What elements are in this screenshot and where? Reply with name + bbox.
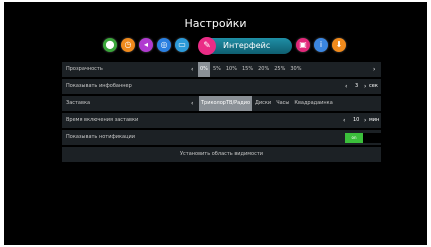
screensaver-left-arrow-icon[interactable]: ‹: [191, 96, 193, 111]
tv-screen: Настройки ⬤ ◷ ◂ ◎ ▭ ✎ Интерфейс ▣ i ⬇ Пр…: [4, 2, 427, 245]
transparency-option[interactable]: 10%: [224, 62, 239, 77]
clock-icon-glyph: ◷: [124, 40, 132, 49]
screensaver-delay-left-arrow-icon[interactable]: ‹: [343, 113, 345, 128]
notifications-toggle-state: on: [345, 133, 363, 143]
globe-icon[interactable]: ◎: [157, 38, 171, 52]
screen-icon-glyph: ▭: [178, 40, 186, 49]
infobanner-unit: сек: [369, 83, 378, 89]
screensaver-option[interactable]: Диски: [253, 96, 273, 111]
transparency-right-arrow-icon[interactable]: ›: [373, 62, 375, 77]
setting-visibility-area[interactable]: Установить область видимости: [62, 147, 381, 162]
transparency-options: 0% 5% 10% 15% 20% 25% 30%: [198, 62, 305, 77]
notifications-label: Показывать нотификации: [66, 134, 135, 140]
notifications-toggle[interactable]: on: [345, 133, 381, 143]
settings-panel: Прозрачность ‹ 0% 5% 10% 15% 20% 25% 30% › Пок…: [62, 62, 381, 164]
download-icon-glyph: ⬇: [335, 40, 343, 49]
transparency-option[interactable]: 15%: [240, 62, 255, 77]
transparency-option[interactable]: 0%: [198, 62, 210, 77]
screensaver-option[interactable]: Квадрадаинка: [292, 96, 334, 111]
setting-notifications[interactable]: Показывать нотификации on: [62, 130, 381, 145]
category-bar: ⬤ ◷ ◂ ◎ ▭ ✎ Интерфейс ▣ i ⬇: [4, 37, 427, 55]
screen-icon[interactable]: ▭: [175, 38, 189, 52]
setting-infobanner[interactable]: Показывать инфобаннер ‹ 3 › сек: [62, 79, 381, 94]
infobanner-right-arrow-icon[interactable]: ›: [364, 79, 366, 94]
lock-icon[interactable]: ▣: [296, 38, 310, 52]
transparency-option[interactable]: 5%: [211, 62, 223, 77]
network-icon[interactable]: ⬤: [103, 38, 117, 52]
info-icon[interactable]: i: [314, 38, 328, 52]
clock-icon[interactable]: ◷: [121, 38, 135, 52]
info-icon-glyph: i: [319, 40, 323, 49]
lock-icon-glyph: ▣: [299, 40, 307, 49]
audio-icon-glyph: ◂: [143, 40, 148, 49]
screensaver-delay-right-arrow-icon[interactable]: ›: [364, 113, 366, 128]
audio-icon[interactable]: ◂: [139, 38, 153, 52]
screensaver-delay-label: Время включения заставки: [66, 117, 139, 123]
screensaver-option[interactable]: Часы: [274, 96, 291, 111]
screensaver-label: Заставка: [66, 100, 91, 106]
setting-transparency[interactable]: Прозрачность ‹ 0% 5% 10% 15% 20% 25% 30% ›: [62, 62, 381, 77]
screensaver-options: ТриколорТВ/Радио Диски Часы Квадрадаинка: [199, 96, 336, 111]
setting-screensaver-delay[interactable]: Время включения заставки ‹ 10 › мин: [62, 113, 381, 128]
transparency-option[interactable]: 25%: [272, 62, 287, 77]
setting-screensaver[interactable]: Заставка ‹ ТриколорТВ/Радио Диски Часы Квад…: [62, 96, 381, 111]
infobanner-label: Показывать инфобаннер: [66, 83, 132, 89]
infobanner-value: 3: [355, 83, 359, 89]
pen-icon: ✎: [198, 37, 216, 55]
tab-interface[interactable]: ✎ Интерфейс: [198, 37, 292, 55]
screensaver-option[interactable]: ТриколорТВ/Радио: [199, 96, 252, 111]
download-icon[interactable]: ⬇: [332, 38, 346, 52]
visibility-area-label: Установить область видимости: [180, 151, 263, 157]
transparency-label: Прозрачность: [66, 66, 103, 72]
globe-icon-glyph: ◎: [160, 40, 168, 49]
transparency-option[interactable]: 20%: [256, 62, 271, 77]
infobanner-left-arrow-icon[interactable]: ‹: [345, 79, 347, 94]
tab-interface-label: Интерфейс: [223, 41, 271, 50]
page-title: Настройки: [184, 17, 247, 30]
transparency-left-arrow-icon[interactable]: ‹: [191, 62, 193, 77]
transparency-option[interactable]: 30%: [288, 62, 303, 77]
network-icon-glyph: ⬤: [105, 40, 115, 49]
screensaver-delay-value: 10: [353, 117, 360, 123]
screensaver-delay-unit: мин: [369, 117, 380, 123]
